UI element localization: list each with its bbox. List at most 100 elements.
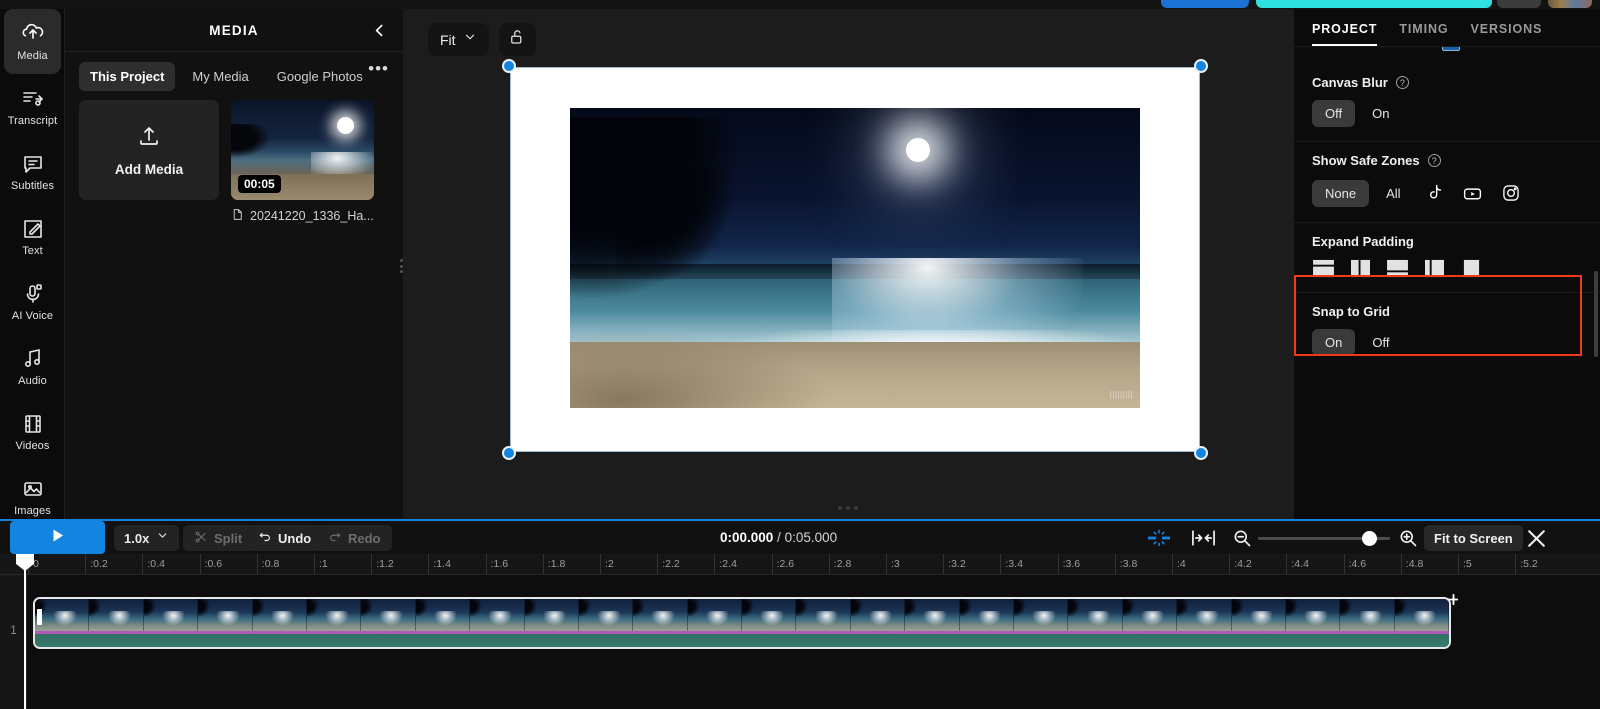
undo-button[interactable]: Undo xyxy=(247,525,323,551)
tab-my-media[interactable]: My Media xyxy=(181,62,259,91)
top-primary-button[interactable] xyxy=(1161,0,1249,8)
media-thumbnail[interactable]: 00:05 xyxy=(231,100,374,200)
help-icon[interactable]: ? xyxy=(1395,76,1409,89)
playback-speed-dropdown[interactable]: 1.0x xyxy=(114,525,180,551)
video-preview[interactable]: ||||||||| xyxy=(570,108,1140,408)
timeline-ruler[interactable]: 0:0.2:0.4:0.6:0.8:1:1.2:1.4:1.6:1.8:2:2.… xyxy=(0,554,1600,575)
padding-left-split-icon[interactable] xyxy=(1349,259,1372,278)
resize-handle-bottom-left[interactable] xyxy=(502,446,516,460)
fit-mode-label: Fit xyxy=(440,31,456,48)
fit-mode-dropdown[interactable]: Fit xyxy=(428,23,489,56)
sidebar-item-media[interactable]: Media xyxy=(4,9,61,74)
clip-filmstrip xyxy=(35,599,1449,631)
thumbnail-moon xyxy=(336,117,354,134)
snap-to-grid-on[interactable]: On xyxy=(1312,329,1356,356)
avatar[interactable] xyxy=(1548,0,1592,8)
play-button[interactable] xyxy=(10,521,105,554)
safe-zone-none[interactable]: None xyxy=(1312,179,1370,207)
youtube-icon[interactable] xyxy=(1456,178,1490,208)
timeline-tracks: 1 xyxy=(0,554,1600,709)
add-media-button[interactable]: Add Media xyxy=(79,100,219,200)
snap-to-grid-off[interactable]: Off xyxy=(1359,329,1402,356)
top-export-button[interactable] xyxy=(1256,0,1492,8)
tab-timing[interactable]: TIMING xyxy=(1399,22,1448,46)
sidebar-item-text[interactable]: Text xyxy=(0,204,65,269)
track-number-label: 1 xyxy=(10,623,17,637)
fit-clips-icon[interactable] xyxy=(1191,527,1216,549)
close-icon[interactable] xyxy=(1524,526,1549,551)
filmstrip-frame xyxy=(1177,599,1232,631)
sidebar-item-transcript[interactable]: Transcript xyxy=(0,74,65,139)
preview-sand-shadow xyxy=(570,330,833,408)
filmstrip-frame xyxy=(742,599,797,631)
tab-this-project[interactable]: This Project xyxy=(79,61,176,91)
canvas-selection[interactable]: ||||||||| xyxy=(502,59,1208,460)
tab-project[interactable]: PROJECT xyxy=(1312,22,1378,46)
sidebar-item-ai-voice[interactable]: AI Voice xyxy=(0,269,65,334)
fit-to-screen-button[interactable]: Fit to Screen xyxy=(1424,525,1523,551)
sidebar-item-label: Videos xyxy=(15,439,50,452)
aspect-lock-button[interactable] xyxy=(498,23,536,56)
properties-tabs: PROJECT TIMING VERSIONS xyxy=(1294,9,1600,46)
safe-zone-all[interactable]: All xyxy=(1373,180,1413,207)
resize-handle-top-left[interactable] xyxy=(502,59,516,73)
media-asset-filename: 20241220_1336_Ha... xyxy=(250,209,374,223)
sidebar-item-videos[interactable]: Videos xyxy=(0,399,65,464)
filmstrip-frame xyxy=(1068,599,1123,631)
playhead[interactable] xyxy=(16,554,34,709)
transcript-icon xyxy=(21,87,45,111)
clip-audio-track xyxy=(35,634,1449,647)
more-options-icon[interactable]: ••• xyxy=(368,60,389,77)
resize-handle-top-right[interactable] xyxy=(1194,59,1208,73)
chevron-down-icon xyxy=(463,30,477,49)
redo-button[interactable]: Redo xyxy=(317,525,392,551)
padding-right-split-icon[interactable] xyxy=(1423,259,1446,278)
canvas-color-swatch[interactable] xyxy=(1442,47,1460,51)
canvas-blur-label: Canvas Blur xyxy=(1312,75,1388,90)
stage-resize-grip[interactable] xyxy=(838,506,858,510)
tiktok-icon[interactable] xyxy=(1418,178,1452,208)
clip-trim-handle-left[interactable] xyxy=(37,609,42,625)
padding-top-split-icon[interactable] xyxy=(1312,259,1335,278)
ruler-tick: :0.2 xyxy=(85,554,108,574)
canvas-blur-off[interactable]: Off xyxy=(1312,100,1356,127)
split-button[interactable]: Split xyxy=(183,525,254,551)
media-asset-item[interactable]: 00:05 20241220_1336_Ha... xyxy=(231,100,374,224)
sidebar-item-label: Audio xyxy=(18,374,47,387)
padding-full-icon[interactable] xyxy=(1460,259,1483,278)
sidebar-item-label: Text xyxy=(22,244,43,257)
properties-scrollbar[interactable] xyxy=(1594,271,1598,357)
timeline-clip[interactable] xyxy=(33,597,1451,649)
instagram-icon[interactable] xyxy=(1494,178,1528,208)
panel-title: MEDIA xyxy=(209,22,259,38)
ruler-tick: :2.8 xyxy=(828,554,851,574)
media-asset-name-row: 20241220_1336_Ha... xyxy=(231,208,374,224)
tab-google-photos[interactable]: Google Photos xyxy=(266,62,374,91)
top-secondary-button[interactable] xyxy=(1497,0,1541,8)
ruler-tick: :3.6 xyxy=(1057,554,1080,574)
ruler-tick: :3 xyxy=(886,554,900,574)
ruler-tick: :3.2 xyxy=(943,554,966,574)
filmstrip-frame xyxy=(198,599,253,631)
help-icon[interactable]: ? xyxy=(1427,154,1441,167)
padding-bottom-split-icon[interactable] xyxy=(1386,259,1409,278)
media-panel: MEDIA This Project My Media Google Photo… xyxy=(65,9,403,519)
sidebar-item-audio[interactable]: Audio xyxy=(0,334,65,399)
canvas-blur-on[interactable]: On xyxy=(1359,100,1402,127)
undo-arrow-icon xyxy=(258,530,272,547)
filmstrip-frame xyxy=(252,599,307,631)
sidebar-item-subtitles[interactable]: Subtitles xyxy=(0,139,65,204)
ruler-tick: :5.2 xyxy=(1515,554,1538,574)
snap-magnet-icon[interactable] xyxy=(1146,527,1172,549)
resize-handle-bottom-right[interactable] xyxy=(1194,446,1208,460)
zoom-out-icon[interactable] xyxy=(1232,528,1252,548)
properties-panel: PROJECT TIMING VERSIONS Canvas Blur ? Of… xyxy=(1293,9,1600,519)
zoom-slider-knob[interactable] xyxy=(1362,531,1377,546)
scrolled-section-partial xyxy=(1294,47,1600,64)
ruler-tick: :1.8 xyxy=(542,554,565,574)
tab-versions[interactable]: VERSIONS xyxy=(1471,22,1543,46)
clip-trim-handle-right[interactable] xyxy=(1447,593,1460,606)
zoom-in-icon[interactable] xyxy=(1398,528,1418,548)
chevron-left-icon[interactable] xyxy=(367,18,391,42)
file-icon xyxy=(231,208,244,224)
